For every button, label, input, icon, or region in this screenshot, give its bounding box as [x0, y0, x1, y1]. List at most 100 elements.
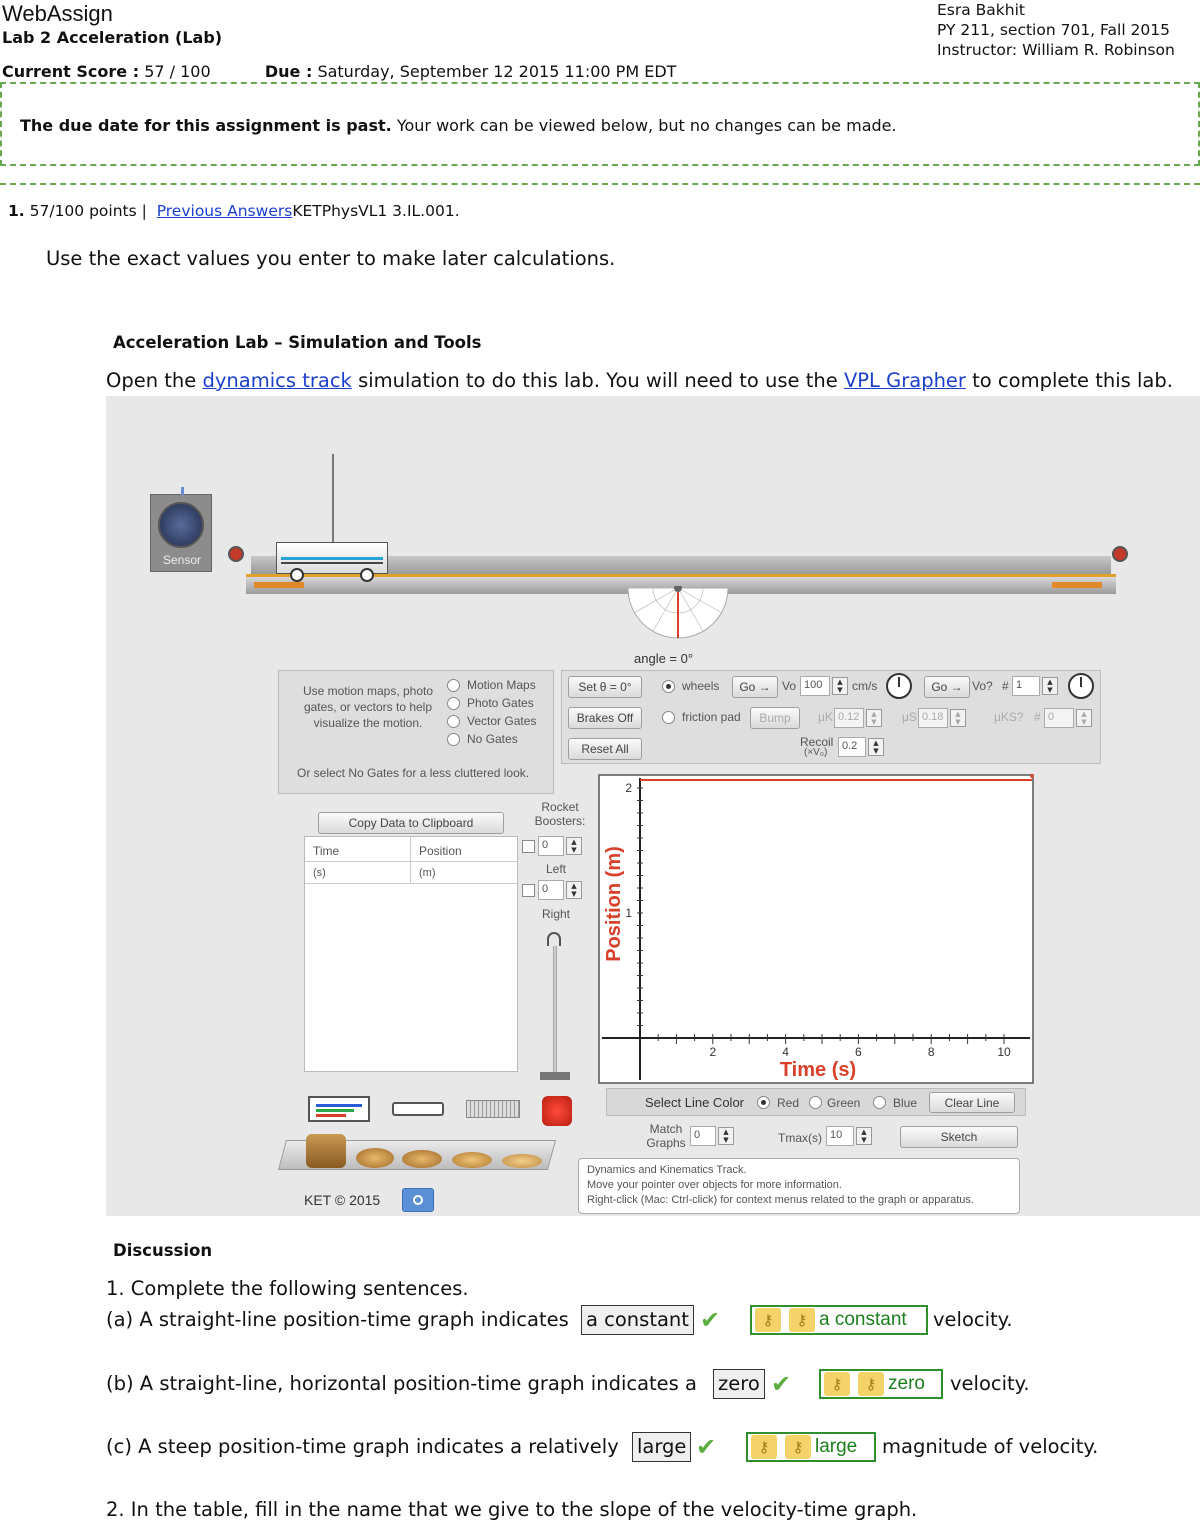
vector-tool-icon[interactable] [308, 1096, 370, 1122]
copy-data-button[interactable]: Copy Data to Clipboard [318, 812, 504, 834]
key-icon: ⚷ [785, 1435, 811, 1459]
vo-guess-dial-icon[interactable] [1068, 673, 1094, 699]
tmax-spinner[interactable]: ▲ ▼ [856, 1127, 872, 1145]
dynamics-track-link[interactable]: dynamics track [203, 369, 352, 392]
recoil-sub-label: (×V₀) [804, 747, 828, 758]
blue-color-radio[interactable] [873, 1096, 886, 1109]
hook-icon[interactable] [547, 932, 561, 946]
right-end-stop[interactable] [1112, 546, 1128, 562]
assignment-title: Lab 2 Acceleration (Lab) [2, 28, 223, 47]
correct-check-icon: ✔ [700, 1306, 721, 1334]
mass-small-icon[interactable] [502, 1154, 542, 1168]
green-label: Green [827, 1096, 861, 1110]
match-graphs-input[interactable]: 0 [690, 1126, 716, 1146]
us-input[interactable]: 0.18 [918, 708, 948, 728]
mass-icon[interactable] [402, 1150, 442, 1168]
brand-logo: WebAssign [2, 1, 113, 26]
question-code: KETPhysVL1 3.IL.001. [292, 202, 460, 220]
item-b-answer[interactable]: zero [713, 1369, 765, 1399]
motion-help-text: Use motion maps, photo gates, or vectors… [302, 684, 434, 730]
photo-gates-radio[interactable] [447, 697, 460, 710]
left-booster-spinner[interactable]: ▲ ▼ [566, 837, 582, 855]
item-b-key: ⚷ ⚷ zero [819, 1369, 943, 1399]
left-booster-checkbox[interactable] [522, 840, 535, 853]
right-booster-checkbox[interactable] [522, 884, 535, 897]
left-end-stop[interactable] [228, 546, 244, 562]
x-tick-label: 4 [782, 1045, 789, 1059]
us-spinner[interactable]: ▲ ▼ [950, 709, 966, 727]
mass-icon[interactable] [452, 1152, 492, 1168]
photo-gates-label: Photo Gates [467, 696, 534, 710]
correct-check-icon: ✔ [696, 1433, 717, 1461]
student-name: Esra Bakhit [937, 1, 1025, 19]
vo-guess-spinner[interactable]: ▲ ▼ [1042, 677, 1058, 695]
vo-guess-input[interactable]: 1 [1012, 676, 1040, 696]
right-label: Right [542, 907, 571, 921]
open-prefix: Open the [106, 369, 197, 392]
tmax-input[interactable]: 10 [826, 1126, 854, 1146]
angle-protractor[interactable] [626, 586, 730, 644]
vo-spinner[interactable]: ▲ ▼ [832, 677, 848, 695]
vpl-grapher-link[interactable]: VPL Grapher [844, 369, 966, 392]
uk-spinner[interactable]: ▲ ▼ [866, 709, 882, 727]
brakes-off-button[interactable]: Brakes Off [568, 707, 642, 729]
friction-pad-label: friction pad [682, 710, 741, 724]
recoil-spinner[interactable]: ▲ ▼ [868, 738, 884, 756]
sketch-button[interactable]: Sketch [900, 1126, 1018, 1148]
reset-all-button[interactable]: Reset All [568, 738, 642, 760]
previous-answers-link[interactable]: Previous Answers [157, 202, 293, 220]
uk-label: μK [818, 710, 833, 724]
gates-panel: Use motion maps, photo gates, or vectors… [278, 670, 554, 794]
open-suffix: to complete this lab. [972, 369, 1173, 392]
vector-gates-radio[interactable] [447, 715, 460, 728]
item-c-suffix: magnitude of velocity. [882, 1435, 1099, 1458]
vo-question-label: Vo? [972, 679, 993, 693]
motion-maps-label: Motion Maps [467, 678, 536, 692]
set-theta-button[interactable]: Set θ = 0° [568, 676, 642, 698]
item-a-answer[interactable]: a constant [581, 1305, 694, 1335]
mass-large-icon[interactable] [306, 1134, 346, 1168]
vo-input[interactable]: 100 [800, 676, 830, 696]
match-graphs-spinner[interactable]: ▲ ▼ [718, 1127, 734, 1145]
red-color-radio[interactable] [757, 1096, 770, 1109]
right-booster-spinner[interactable]: ▲ ▼ [566, 881, 582, 899]
clear-line-button[interactable]: Clear Line [929, 1092, 1015, 1113]
score-row: Current Score : 57 / 100 Due : Saturday,… [2, 62, 676, 81]
ruler-tool-icon[interactable] [466, 1100, 520, 1118]
friction-pad-radio[interactable] [662, 711, 675, 724]
motion-sensor[interactable]: Sensor [150, 494, 212, 572]
x-tick-label: 8 [928, 1045, 935, 1059]
position-time-graph[interactable]: 2 4 6 8 1012Time (s)Position (m) [598, 774, 1034, 1084]
open-sim-line: Open the dynamics track simulation to do… [106, 369, 1173, 392]
x-axis-label: Time (s) [780, 1059, 856, 1081]
sensor-label: Sensor [163, 553, 202, 567]
uks-spinner[interactable]: ▲ ▼ [1076, 709, 1092, 727]
no-gates-radio[interactable] [447, 733, 460, 746]
cart-tool-icon[interactable] [392, 1102, 444, 1116]
motion-maps-radio[interactable] [447, 679, 460, 692]
uks-input[interactable]: 0 [1044, 708, 1074, 728]
uk-input[interactable]: 0.12 [834, 708, 864, 728]
item-c-key-text: large [815, 1436, 858, 1457]
item-b-prefix: (b) A straight-line, horizontal position… [106, 1372, 697, 1395]
go-button[interactable]: Go → [732, 676, 778, 698]
go-vo-button[interactable]: Go → [924, 676, 970, 698]
notice-bold: The due date for this assignment is past… [20, 116, 392, 135]
question-instruction: Use the exact values you enter to make l… [46, 247, 616, 270]
right-booster-input[interactable]: 0 [538, 880, 564, 900]
item-c-answer[interactable]: large [632, 1432, 692, 1462]
wheels-radio[interactable] [662, 680, 675, 693]
camera-icon[interactable] [402, 1188, 434, 1212]
mass-icon[interactable] [356, 1148, 394, 1168]
no-gates-hint: Or select No Gates for a less cluttered … [297, 766, 530, 780]
spool-tool-icon[interactable] [542, 1096, 572, 1126]
left-booster-input[interactable]: 0 [538, 836, 564, 856]
past-due-notice: The due date for this assignment is past… [0, 82, 1200, 166]
recoil-input[interactable]: 0.2 [838, 737, 866, 757]
green-color-radio[interactable] [809, 1096, 822, 1109]
question-number: 1. [8, 202, 25, 220]
vo-dial-icon[interactable] [886, 673, 912, 699]
table-header-position: Position [419, 844, 462, 858]
bump-button[interactable]: Bump [750, 707, 800, 729]
item-c-prefix: (c) A steep position-time graph indicate… [106, 1435, 619, 1458]
